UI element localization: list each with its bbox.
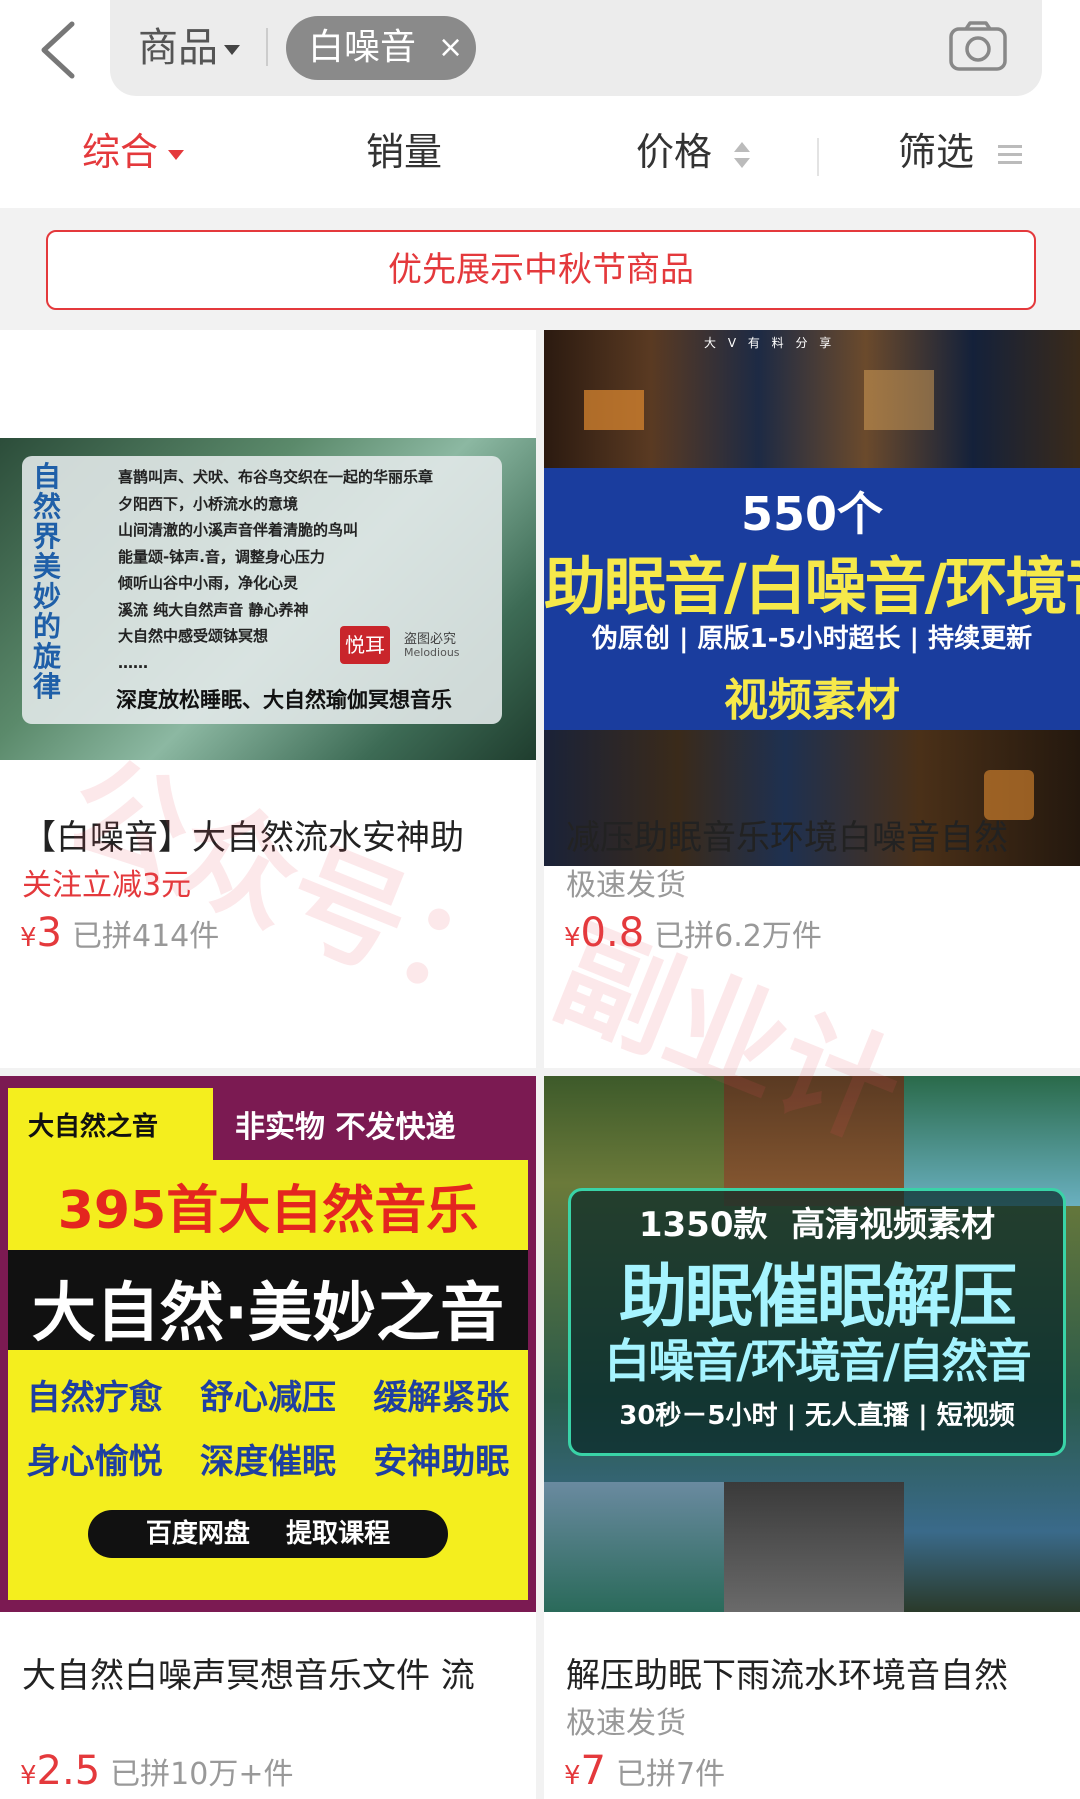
image-pill: 百度网盘 提取课程 bbox=[88, 1510, 448, 1558]
product-title[interactable]: 大自然白噪声冥想音乐文件 流 bbox=[22, 1648, 475, 1697]
image-yellow-panel: 大自然之音 非实物 不发快递 395首大自然音乐 大自然·美妙之音 自然疗愈 舒… bbox=[8, 1088, 528, 1600]
image-headline: 助眠音/白噪音/环境音 bbox=[544, 550, 1080, 623]
image-bottom-text: 深度放松睡眠、大自然瑜伽冥想音乐 bbox=[116, 688, 452, 712]
image-subline: 30秒－5小时 | 无人直播 | 短视频 bbox=[619, 1401, 1015, 1431]
image-feature: 缓解紧张 bbox=[373, 1378, 510, 1418]
product-title[interactable]: 减压助眠音乐环境白噪音自然 bbox=[566, 810, 1008, 859]
product-sold-count: 已拼7件 bbox=[616, 1757, 726, 1792]
image-line: 喜鹊叫声、犬吠、布谷鸟交织在一起的华丽乐章 bbox=[118, 468, 434, 486]
image-text-panel: 自然界美妙的旋律 喜鹊叫声、犬吠、布谷鸟交织在一起的华丽乐章 夕阳西下，小桥流水… bbox=[22, 456, 502, 724]
headline-band: 大自然·美妙之音 bbox=[8, 1250, 528, 1351]
room-photo bbox=[724, 1482, 904, 1612]
seal-note-en: Melodious bbox=[404, 646, 460, 659]
sort-tab-sales[interactable]: 销量 bbox=[366, 112, 442, 192]
seal-note: 盗图必究 bbox=[404, 632, 457, 647]
product-tag: 极速发货 bbox=[566, 1706, 686, 1741]
image-headline: 大自然·美妙之音 bbox=[31, 1277, 505, 1351]
product-price: 0.8 bbox=[580, 910, 645, 956]
image-corner-label: 大自然之音 bbox=[28, 1112, 159, 1142]
promo-banner[interactable]: 优先展示中秋节商品 bbox=[46, 230, 1036, 310]
search-scope-dropdown[interactable]: 商品 bbox=[138, 20, 240, 76]
product-image[interactable]: 1350款 高清视频素材 助眠催眠解压 白噪音/环境音/自然音 30秒－5小时 … bbox=[544, 1076, 1080, 1612]
image-line: 山间清澈的小溪声音伴着清脆的鸟叫 bbox=[118, 521, 359, 539]
sort-tab-label: 综合 bbox=[82, 130, 159, 174]
product-sold-count: 已拼414件 bbox=[72, 919, 220, 954]
search-bar[interactable]: 商品 白噪音 × bbox=[110, 0, 1042, 96]
image-feature: 身心愉悦 bbox=[26, 1442, 163, 1482]
image-feature-row: 身心愉悦 深度催眠 安神助眠 bbox=[8, 1434, 528, 1483]
back-arrow-icon[interactable] bbox=[30, 14, 94, 86]
currency-symbol: ¥ bbox=[564, 923, 581, 953]
sort-tab-label: 价格 bbox=[636, 130, 713, 174]
filter-lines-icon bbox=[998, 144, 1023, 164]
image-text-band: 550个 助眠音/白噪音/环境音 伪原创 | 原版1-5小时超长 | 持续更新 … bbox=[544, 468, 1080, 730]
chevron-down-icon bbox=[224, 45, 240, 55]
image-line: 能量颂-钵声.音，调整身心压力 bbox=[118, 547, 325, 566]
image-line: 倾听山谷中小雨，净化心灵 bbox=[118, 574, 299, 592]
image-footer: 视频素材 bbox=[724, 675, 900, 726]
search-scope-label: 商品 bbox=[138, 25, 218, 71]
product-price: 7 bbox=[580, 1748, 606, 1794]
filter-label: 筛选 bbox=[898, 130, 975, 174]
image-headline-2: 白噪音/环境音/自然音 bbox=[604, 1334, 1032, 1388]
product-title[interactable]: 解压助眠下雨流水环境音自然 bbox=[566, 1648, 1008, 1697]
image-line: 溪流 纯大自然声音 静心养神 bbox=[118, 600, 309, 619]
sort-tab-comprehensive[interactable]: 综合 bbox=[82, 112, 185, 192]
image-line: 夕阳西下，小桥流水的意境 bbox=[118, 494, 299, 513]
image-subline: 伪原创 | 原版1-5小时超长 | 持续更新 bbox=[591, 624, 1033, 654]
product-card[interactable]: 1350款 高清视频素材 助眠催眠解压 白噪音/环境音/自然音 30秒－5小时 … bbox=[544, 1076, 1080, 1799]
divider bbox=[817, 138, 819, 176]
currency-symbol: ¥ bbox=[20, 923, 37, 953]
chevron-down-icon bbox=[168, 149, 185, 160]
product-title[interactable]: 【白噪音】大自然流水安神助 bbox=[22, 810, 464, 859]
image-feature: 深度催眠 bbox=[199, 1442, 336, 1482]
divider bbox=[266, 28, 268, 66]
product-price: 2.5 bbox=[36, 1748, 101, 1794]
product-image[interactable]: 自然界美妙的旋律 喜鹊叫声、犬吠、布谷鸟交织在一起的华丽乐章 夕阳西下，小桥流水… bbox=[0, 438, 536, 760]
notice-banner: 非实物 不发快递 bbox=[213, 1088, 528, 1160]
sort-tab-price[interactable]: 价格 bbox=[636, 112, 752, 192]
product-price-row: ¥3 已拼414件 bbox=[20, 910, 219, 956]
top-bar: 商品 白噪音 × 综合 销量 价格 筛选 bbox=[0, 0, 1080, 208]
image-feature-row: 自然疗愈 舒心减压 缓解紧张 bbox=[8, 1370, 528, 1419]
product-card[interactable]: 自然界美妙的旋律 喜鹊叫声、犬吠、布谷鸟交织在一起的华丽乐章 夕阳西下，小桥流水… bbox=[0, 330, 536, 1068]
image-vertical-title: 自然界美妙的旋律 bbox=[32, 460, 61, 703]
filter-button[interactable]: 筛选 bbox=[898, 112, 1024, 192]
currency-symbol: ¥ bbox=[20, 1761, 37, 1791]
product-tag: 极速发货 bbox=[566, 868, 686, 903]
product-image[interactable]: 大 V 有 料 分 享 550个 助眠音/白噪音/环境音 伪原创 | 原版1-5… bbox=[544, 330, 1080, 866]
product-tag: 关注立减3元 bbox=[22, 868, 192, 903]
product-price: 3 bbox=[36, 910, 62, 956]
product-sold-count: 已拼6.2万件 bbox=[654, 919, 822, 954]
image-count-line: 395首大自然音乐 bbox=[57, 1181, 479, 1241]
cabin-photo bbox=[724, 1076, 904, 1206]
image-feature: 安神助眠 bbox=[373, 1442, 510, 1482]
currency-symbol: ¥ bbox=[564, 1761, 581, 1791]
river-photo bbox=[904, 1076, 1080, 1206]
product-image[interactable]: 大自然之音 非实物 不发快递 395首大自然音乐 大自然·美妙之音 自然疗愈 舒… bbox=[0, 1076, 536, 1612]
promo-area: 优先展示中秋节商品 bbox=[0, 208, 1080, 330]
close-icon[interactable]: × bbox=[438, 16, 463, 80]
product-card[interactable]: 大 V 有 料 分 享 550个 助眠音/白噪音/环境音 伪原创 | 原版1-5… bbox=[544, 330, 1080, 1068]
image-feature: 舒心减压 bbox=[199, 1378, 336, 1418]
sort-arrows-icon bbox=[734, 141, 751, 168]
product-price-row: ¥7 已拼7件 bbox=[564, 1748, 725, 1794]
camera-icon[interactable] bbox=[948, 20, 1008, 72]
lake-photo bbox=[544, 1482, 724, 1612]
seal-stamp: 悦耳 bbox=[340, 626, 390, 664]
image-notice: 非实物 不发快递 bbox=[235, 1110, 456, 1145]
image-feature: 自然疗愈 bbox=[26, 1378, 163, 1418]
product-price-row: ¥0.8 已拼6.2万件 bbox=[564, 910, 822, 956]
image-count: 550个 bbox=[740, 487, 884, 541]
product-card[interactable]: 大自然之音 非实物 不发快递 395首大自然音乐 大自然·美妙之音 自然疗愈 舒… bbox=[0, 1076, 536, 1799]
image-text-panel: 1350款 高清视频素材 助眠催眠解压 白噪音/环境音/自然音 30秒－5小时 … bbox=[568, 1188, 1066, 1456]
search-keyword-text: 白噪音 bbox=[308, 27, 417, 68]
image-top-line: 1350款 高清视频素材 bbox=[638, 1205, 996, 1245]
image-credit: 大 V 有 料 分 享 bbox=[704, 336, 836, 350]
product-price-row: ¥2.5 已拼10万+件 bbox=[20, 1748, 293, 1794]
product-sold-count: 已拼10万+件 bbox=[110, 1757, 294, 1792]
sort-tab-label: 销量 bbox=[366, 130, 443, 174]
search-keyword-chip[interactable]: 白噪音 × bbox=[286, 16, 476, 80]
